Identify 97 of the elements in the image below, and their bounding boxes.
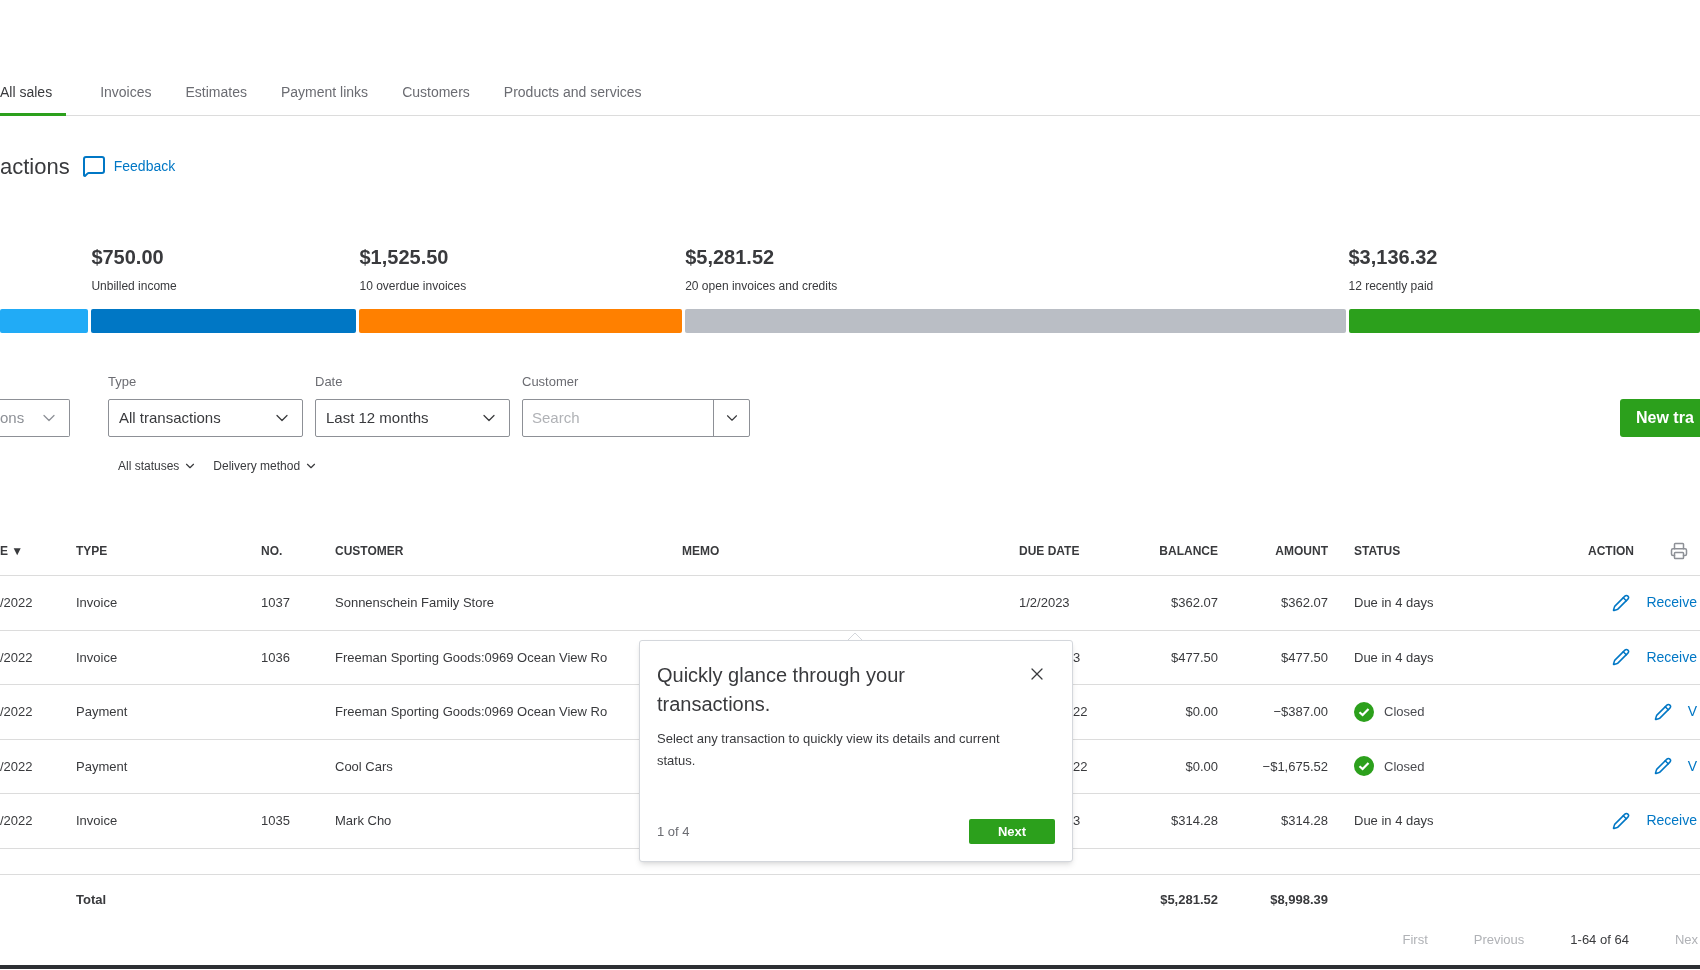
dropdown[interactable]: Last 12 months (315, 399, 510, 437)
table-cell: Freeman Sporting Goods:0969 Ocean View Ro (335, 704, 608, 719)
table-cell: 1/2/2023 (1019, 595, 1070, 610)
table-cell: Invoice (76, 813, 118, 828)
table-cell: Invoice (76, 595, 118, 610)
dropdown[interactable]: All transactions (108, 399, 303, 437)
table-cell: /2022 (0, 649, 33, 665)
tab[interactable]: All sales (0, 72, 67, 116)
table-cell-text: 22 (1072, 758, 1088, 774)
table-cell: $0.00 (1185, 758, 1218, 774)
action-link[interactable]: Receive (1646, 592, 1697, 614)
summary-amount: $3,136.32 (1348, 246, 1438, 268)
summary-label: 20 open invoices and credits (685, 279, 838, 293)
tab[interactable]: Estimates (185, 72, 247, 116)
tab[interactable]: Customers (402, 72, 470, 116)
status-text: Due in 4 days (1354, 594, 1434, 612)
pencil-icon[interactable] (1612, 593, 1631, 612)
column-header[interactable]: AMOUNT (1275, 543, 1328, 558)
column-header[interactable]: BALANCE (1159, 543, 1218, 558)
page-title: actions (0, 152, 70, 181)
check-circle-icon (1354, 701, 1374, 722)
action-link[interactable]: V (1687, 701, 1697, 723)
new-transaction-button[interactable]: New tra (1620, 399, 1700, 437)
tab[interactable]: Payment links (280, 72, 369, 116)
table-cell: /2022 (0, 758, 33, 774)
field-label: Type (108, 374, 138, 390)
next-button[interactable]: Next (969, 819, 1055, 844)
summary-amount: $750.00 (91, 246, 164, 268)
summary-label: 10 overdue invoices (359, 279, 467, 293)
filter-dropdown[interactable]: All statuses (118, 457, 198, 475)
column-header[interactable]: STATUS (1354, 543, 1401, 558)
column-header[interactable]: DUE DATE (1019, 543, 1080, 558)
table-cell: $362.07 (1281, 595, 1328, 610)
table-cell: 1036 (261, 649, 290, 665)
table-cell: Payment (76, 758, 128, 774)
tooltip-title: Quickly glance through your transactions. (657, 663, 906, 717)
table-cell: /2022 (0, 595, 33, 610)
table-cell: $314.28 (1171, 813, 1218, 828)
table-cell: −$1,675.52 (1262, 758, 1328, 774)
table-cell-text: 3 (1072, 813, 1081, 828)
pencil-icon[interactable] (1612, 648, 1631, 667)
table-cell: Cool Cars (335, 758, 393, 774)
table-cell: $477.50 (1281, 649, 1328, 665)
pencil-icon[interactable] (1653, 757, 1672, 776)
column-header[interactable]: NO. (261, 543, 283, 558)
pencil-icon[interactable] (1612, 811, 1631, 830)
filter-dropdown[interactable]: Delivery method (213, 457, 319, 475)
customer-search-field[interactable]: Search (523, 400, 713, 436)
summary-label: 12 recently paid (1348, 279, 1434, 293)
summary-amount: $5,281.52 (685, 246, 775, 268)
total-balance: $5,281.52 (1160, 891, 1218, 907)
table-cell: Freeman Sporting Goods:0969 Ocean View Ro (335, 649, 608, 665)
tab[interactable]: Products and services (503, 72, 642, 116)
table-cell: Sonnenschein Family Store (335, 595, 494, 610)
print-icon[interactable] (1670, 541, 1688, 560)
action-link[interactable]: Receive (1646, 646, 1697, 668)
action-link[interactable]: Receive (1646, 810, 1697, 832)
table-cell: $314.28 (1281, 813, 1328, 828)
table-cell: /2022 (0, 704, 33, 719)
table-cell: 1037 (261, 595, 290, 610)
table-cell: Payment (76, 704, 128, 719)
table-cell: −$387.00 (1273, 704, 1328, 719)
page-range: 1-64 of 64 (1570, 930, 1629, 949)
status-text: Due in 4 days (1354, 648, 1434, 667)
total-amount: $8,998.39 (1270, 891, 1328, 907)
table-cell: Mark Cho (335, 813, 392, 828)
summary-label: Unbilled income (91, 279, 177, 293)
table-cell: /2022 (0, 813, 33, 828)
column-header[interactable]: MEMO (682, 543, 720, 558)
table-cell-text: 3 (1072, 649, 1081, 665)
table-cell-text: 22 (1072, 704, 1088, 719)
column-header[interactable]: CUSTOMER (335, 543, 404, 558)
action-link[interactable]: V (1687, 755, 1697, 777)
status-text: Closed (1384, 757, 1425, 776)
field-label: Customer (522, 374, 580, 390)
status-text: Due in 4 days (1354, 812, 1434, 830)
tab[interactable]: Invoices (100, 72, 152, 116)
feedback-link[interactable]: Feedback (113, 155, 176, 177)
table-cell: $0.00 (1185, 704, 1218, 719)
tooltip-body: Select any transaction to quickly view its details and current status. (657, 730, 1001, 770)
dropdown[interactable]: ons (0, 399, 70, 437)
pencil-icon[interactable] (1653, 702, 1672, 721)
check-circle-icon (1354, 756, 1374, 777)
table-cell: $362.07 (1171, 595, 1218, 610)
table-cell: $477.50 (1171, 649, 1218, 665)
speech-bubble-icon (81, 154, 106, 178)
step-counter: 1 of 4 (657, 822, 690, 841)
column-header[interactable]: TYPE (76, 543, 108, 558)
column-header[interactable]: E ▼ (0, 543, 24, 558)
status-text: Closed (1384, 703, 1425, 721)
table-cell: Invoice (76, 649, 118, 665)
summary-amount: $1,525.50 (359, 246, 449, 268)
total-label: Total (76, 891, 107, 907)
field-label: Date (315, 374, 344, 390)
customer-combobox[interactable]: Search (522, 399, 750, 437)
column-header[interactable]: ACTION (1588, 541, 1634, 560)
table-cell: 1035 (261, 813, 290, 828)
